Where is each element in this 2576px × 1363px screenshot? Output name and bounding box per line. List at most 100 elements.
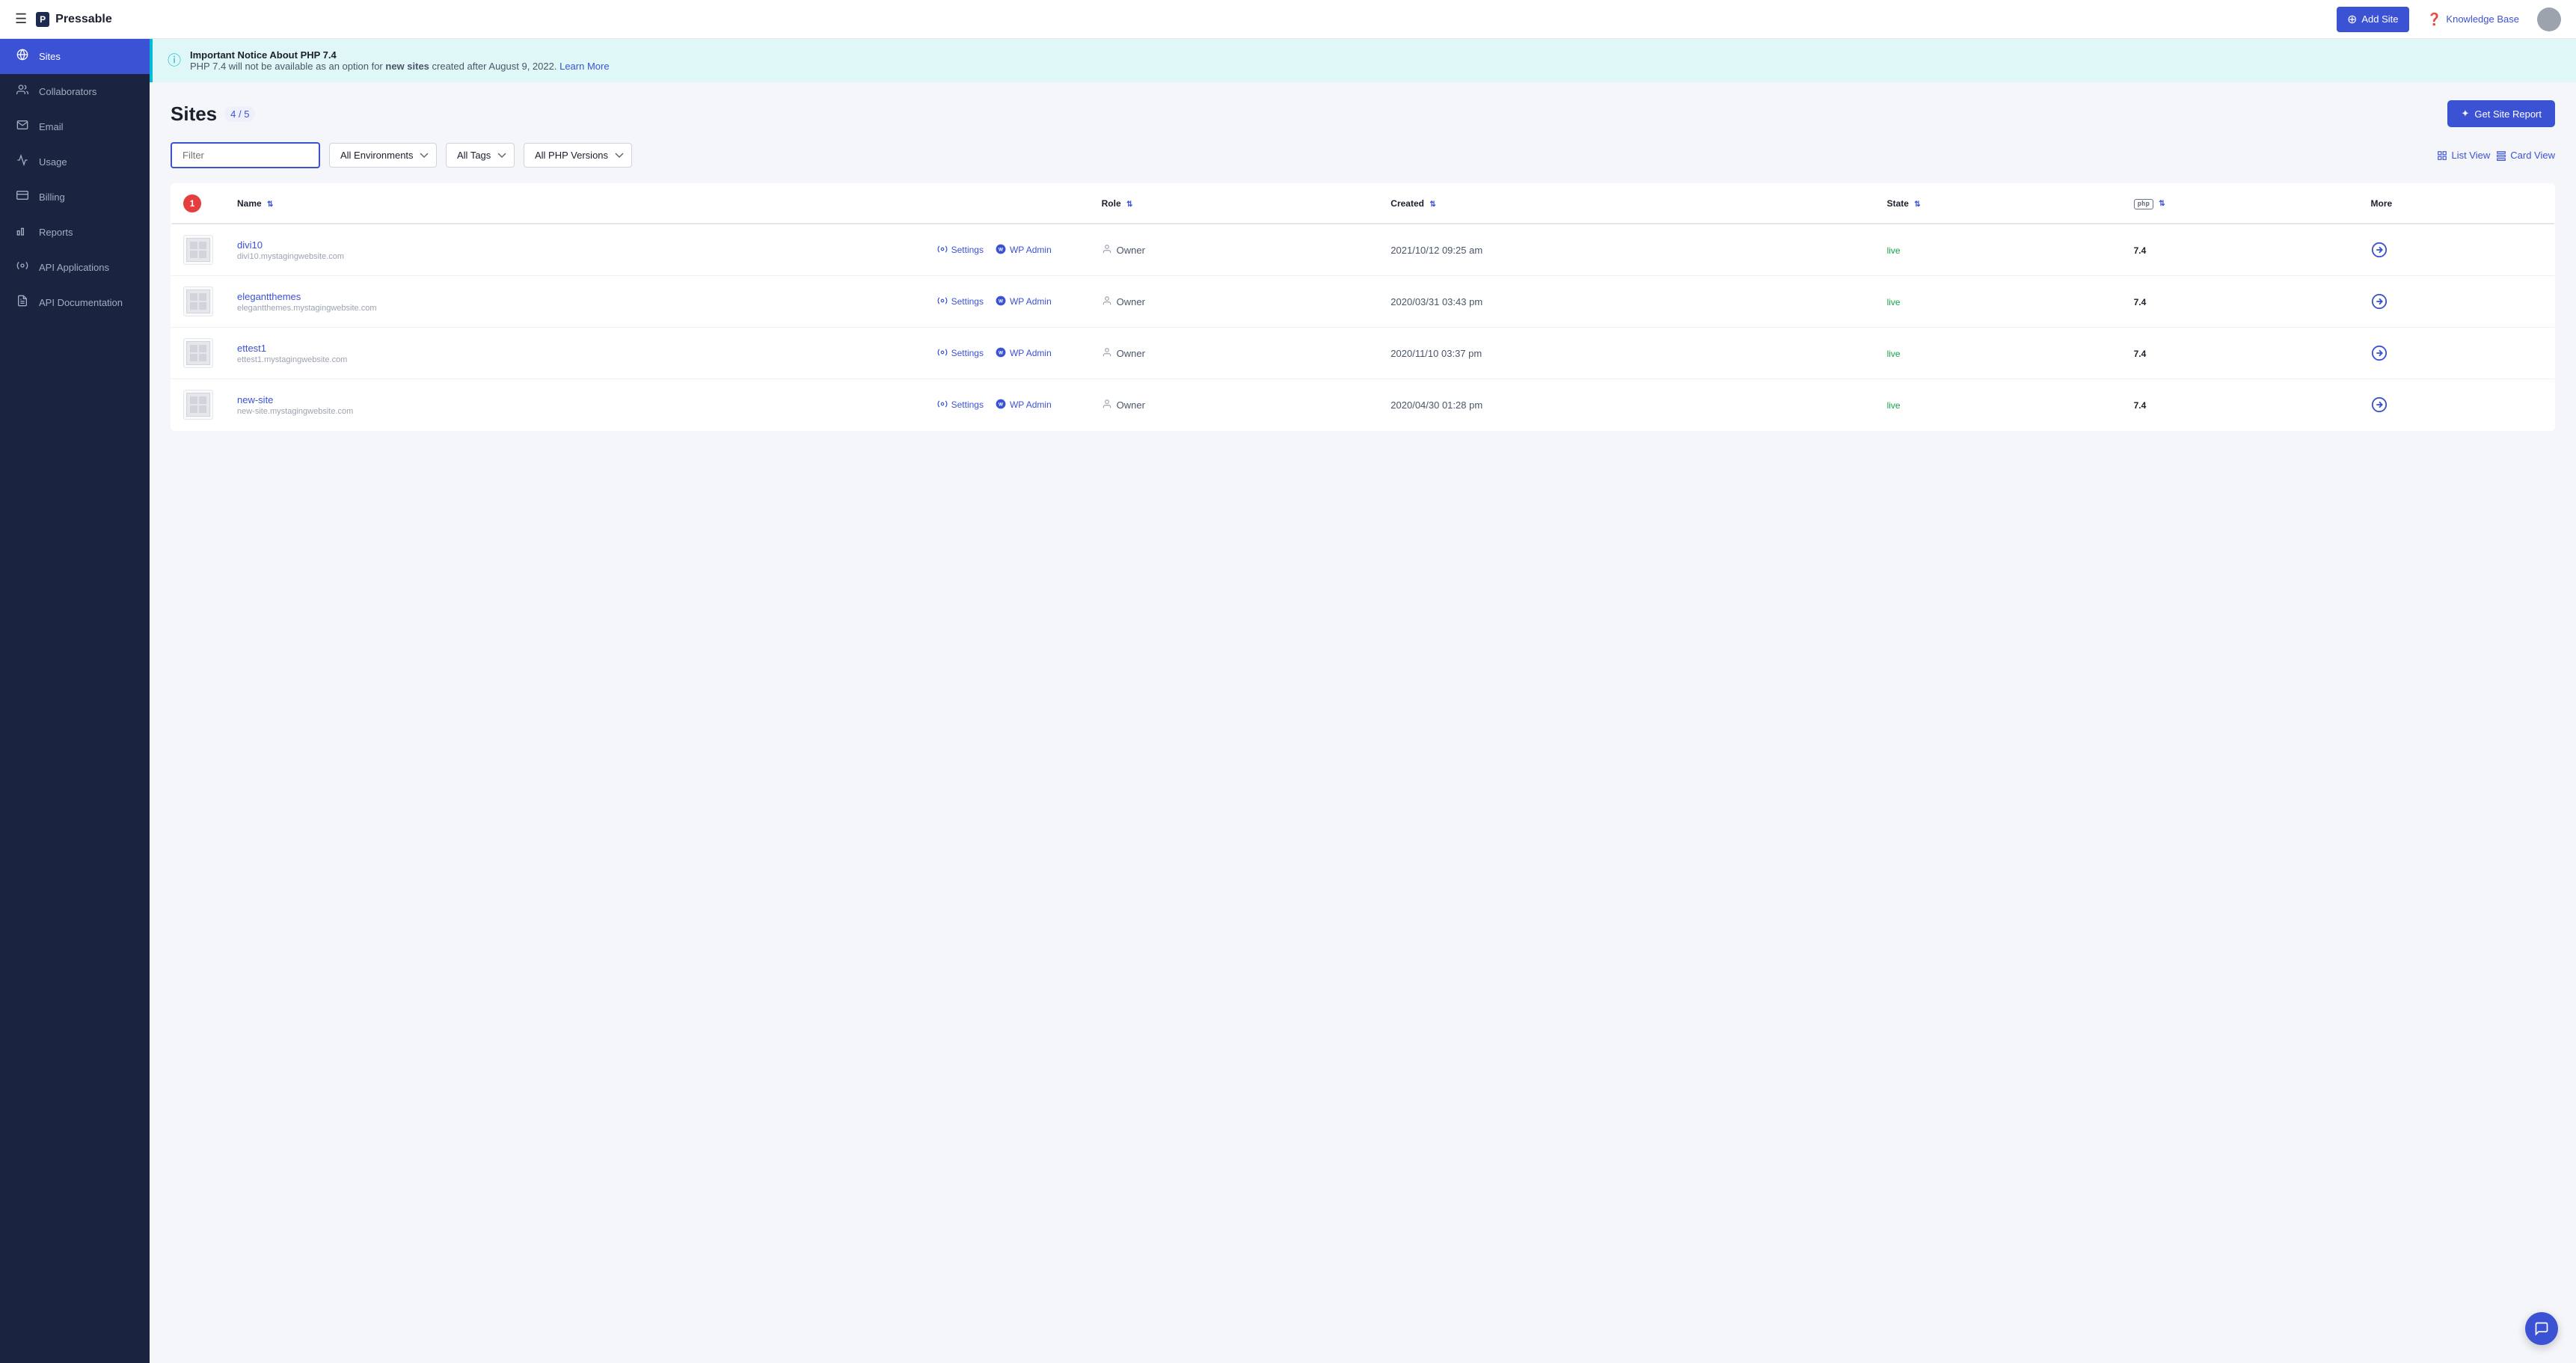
svg-text:W: W [999,298,1004,304]
avatar[interactable] [2537,7,2561,31]
sidebar-item-email[interactable]: Email [0,109,150,144]
wp-admin-label: WP Admin [1010,245,1052,255]
table-header-row: 1 Name ⇅ Role ⇅ Created ⇅ [171,184,2555,224]
sidebar-item-label: Email [39,121,64,132]
wp-admin-label: WP Admin [1010,348,1052,358]
table-row: new-site new-site.mystagingwebsite.com S… [171,379,2555,431]
row-php-cell: 7.4 [2122,328,2359,379]
svg-text:W: W [999,402,1004,407]
card-view-icon [2496,150,2506,161]
sidebar-item-label: Usage [39,156,67,168]
settings-button[interactable]: Settings [937,399,984,411]
add-site-button[interactable]: ⊕ Add Site [2337,7,2409,32]
row-actions-cell: Settings W WP Admin [925,276,1090,328]
row-created-cell: 2020/04/30 01:28 pm [1379,379,1874,431]
nav-right: ⊕ Add Site ❓ Knowledge Base [2337,7,2561,32]
site-thumbnail [183,390,213,420]
page-count: 4 / 5 [224,106,255,122]
sidebar-item-api-documentation[interactable]: API Documentation [0,285,150,320]
sites-icon [15,49,30,64]
more-icon [2371,396,2388,413]
created-date: 2020/11/10 03:37 pm [1390,348,1482,359]
notice-icon: ⓘ [168,50,181,70]
settings-icon [937,399,948,411]
sidebar-item-reports[interactable]: Reports [0,215,150,250]
row-more-cell [2359,328,2555,379]
wp-admin-button[interactable]: W WP Admin [996,399,1052,411]
php-sort-icon: ⇅ [2159,200,2165,208]
row-role-cell: Owner [1090,328,1379,379]
row-more-cell [2359,276,2555,328]
sidebar-item-collaborators[interactable]: Collaborators [0,74,150,109]
wp-admin-label: WP Admin [1010,399,1052,410]
sidebar-item-api-applications[interactable]: API Applications [0,250,150,285]
php-versions-select[interactable]: All PHP Versions 7.4 8.0 8.1 [524,143,632,168]
state-badge: live [1887,297,1901,307]
settings-button[interactable]: Settings [937,347,984,360]
site-name-link[interactable]: new-site [237,394,913,405]
php-version: 7.4 [2134,400,2147,411]
site-name-link[interactable]: divi10 [237,239,913,251]
settings-button[interactable]: Settings [937,295,984,308]
settings-icon [937,295,948,308]
page-header: Sites 4 / 5 ✦ Get Site Report [171,100,2555,127]
row-role-cell: Owner [1090,379,1379,431]
site-name-link[interactable]: ettest1 [237,343,913,354]
th-php[interactable]: php ⇅ [2122,184,2359,224]
settings-label: Settings [951,348,984,358]
wp-admin-button[interactable]: W WP Admin [996,347,1052,360]
more-icon [2371,293,2388,310]
nav-left: ☰ P Pressable [15,11,112,27]
sidebar-item-sites[interactable]: Sites [0,39,150,74]
row-created-cell: 2020/11/10 03:37 pm [1379,328,1874,379]
sidebar-item-usage[interactable]: Usage [0,144,150,180]
wp-icon: W [996,295,1006,308]
knowledge-base-button[interactable]: ❓ Knowledge Base [2427,12,2520,27]
th-role[interactable]: Role ⇅ [1090,184,1379,224]
api-documentation-icon [15,295,30,310]
notice-learn-more-link[interactable]: Learn More [559,61,609,72]
site-name-link[interactable]: elegantthemes [237,291,913,302]
page-content: Sites 4 / 5 ✦ Get Site Report All Enviro… [150,82,2576,449]
th-created[interactable]: Created ⇅ [1379,184,1874,224]
card-view-button[interactable]: Card View [2496,150,2555,161]
row-thumb-cell [171,276,226,328]
settings-icon [937,244,948,257]
site-url: ettest1.mystagingwebsite.com [237,355,913,364]
notice-title: Important Notice About PHP 7.4 [190,49,610,61]
th-badge: 1 [171,184,226,224]
row-role-cell: Owner [1090,224,1379,276]
view-toggle: List View Card View [2437,150,2555,161]
tags-select[interactable]: All Tags [446,143,515,168]
filter-input[interactable] [171,142,320,168]
list-view-button[interactable]: List View [2437,150,2490,161]
more-button[interactable] [2371,396,2388,413]
get-site-report-button[interactable]: ✦ Get Site Report [2447,100,2555,127]
created-date: 2021/10/12 09:25 am [1390,245,1482,256]
role-label: Owner [1117,348,1145,359]
chat-fab-button[interactable] [2525,1312,2558,1345]
wp-admin-button[interactable]: W WP Admin [996,295,1052,308]
more-button[interactable] [2371,293,2388,310]
wp-admin-button[interactable]: W WP Admin [996,244,1052,257]
role-icon [1102,399,1112,411]
collaborators-icon [15,84,30,99]
page-title-wrap: Sites 4 / 5 [171,102,255,126]
th-state[interactable]: State ⇅ [1875,184,2122,224]
settings-button[interactable]: Settings [937,244,984,257]
th-actions [925,184,1090,224]
role-label: Owner [1117,399,1145,411]
row-thumb-cell [171,379,226,431]
sidebar-item-label: Sites [39,51,61,62]
environment-select[interactable]: All Environments Live Staging [329,143,437,168]
chat-icon [2534,1321,2549,1336]
state-sort-icon: ⇅ [1914,200,1920,209]
more-button[interactable] [2371,242,2388,258]
row-name-cell: ettest1 ettest1.mystagingwebsite.com [225,328,925,379]
th-name[interactable]: Name ⇅ [225,184,925,224]
usage-icon [15,154,30,170]
sidebar-item-billing[interactable]: Billing [0,180,150,215]
more-button[interactable] [2371,345,2388,361]
hamburger-icon[interactable]: ☰ [15,11,27,27]
sidebar-item-label: Billing [39,192,65,203]
